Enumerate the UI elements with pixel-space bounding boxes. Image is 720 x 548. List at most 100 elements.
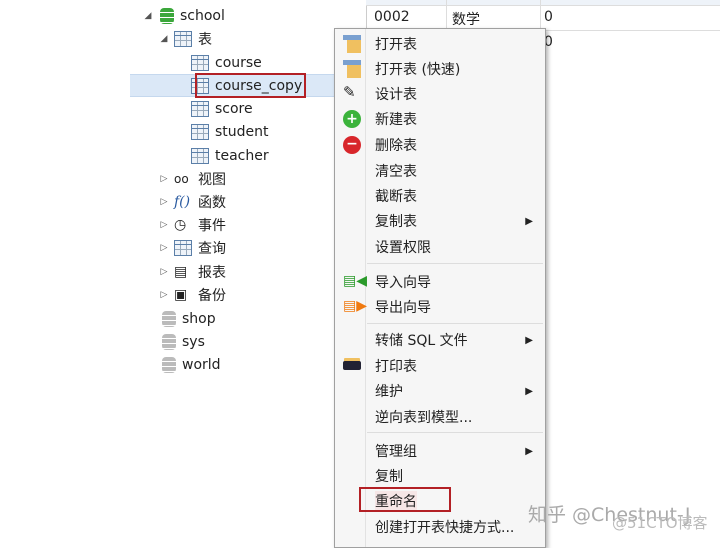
glasses-icon: oo [174, 171, 189, 186]
menu-label: 管理组 [375, 444, 417, 460]
menu-item-truncate-table[interactable]: 截断表 [335, 184, 545, 208]
highlight-box-course-copy [195, 73, 306, 98]
menu-item-copy[interactable]: 复制 [335, 464, 545, 488]
menu-item-export-wizard[interactable]: ▤▶ 导出向导 [335, 295, 545, 319]
tree-folder-tables[interactable]: ◢ 表 [158, 27, 212, 50]
menu-item-new-table[interactable]: + 新建表 [335, 107, 545, 131]
tree-db-school[interactable]: ◢ school [142, 4, 225, 27]
menu-label: 打开表 (快速) [375, 62, 461, 78]
table-icon [191, 100, 209, 117]
table-label: student [215, 123, 269, 140]
submenu-arrow-icon: ▶ [525, 215, 533, 227]
table-icon [191, 123, 209, 140]
function-icon: f() [174, 193, 191, 210]
menu-item-maintain[interactable]: 维护 ▶ [335, 379, 545, 403]
tree-folder-views[interactable]: ▷ oo 视图 [158, 167, 226, 190]
tree-table-score[interactable]: score [191, 97, 253, 120]
grid-cell[interactable]: 0 [544, 9, 553, 25]
menu-label: 复制表 [375, 214, 417, 230]
menu-item-duplicate-table[interactable]: 复制表 ▶ [335, 209, 545, 233]
import-icon: ▤◀ [343, 273, 367, 289]
expand-arrow-icon[interactable]: ◢ [158, 34, 170, 44]
menu-label: 设计表 [375, 87, 417, 103]
pencil-icon: ✎ [343, 83, 356, 101]
database-icon [162, 356, 176, 373]
menu-label: 逆向表到模型... [375, 410, 473, 426]
menu-label: 打开表 [375, 37, 417, 53]
tree-db-shop[interactable]: shop [162, 307, 216, 330]
menu-item-open-table-fast[interactable]: 打开表 (快速) [335, 57, 545, 81]
tree-folder-functions[interactable]: ▷ f() 函数 [158, 190, 226, 213]
menu-separator [367, 323, 543, 324]
menu-separator [367, 432, 543, 433]
tree-folder-events[interactable]: ▷ ◷ 事件 [158, 213, 226, 236]
open-folder-icon [343, 35, 361, 53]
highlight-box-rename [359, 487, 451, 512]
menu-label: 导入向导 [375, 275, 431, 291]
folder-label: 表 [198, 31, 212, 48]
db-label: world [182, 356, 221, 373]
menu-label: 转储 SQL 文件 [375, 333, 468, 349]
folder-label: 事件 [198, 217, 226, 234]
submenu-arrow-icon: ▶ [525, 445, 533, 457]
tree-table-course[interactable]: course [191, 51, 262, 74]
menu-label: 清空表 [375, 164, 417, 180]
menu-item-manage-group[interactable]: 管理组 ▶ [335, 439, 545, 463]
collapse-arrow-icon[interactable]: ▷ [158, 220, 170, 230]
tree-folder-queries[interactable]: ▷ 查询 [158, 236, 226, 259]
menu-item-print-table[interactable]: 打印表 [335, 354, 545, 378]
folder-label: 视图 [198, 171, 226, 188]
open-folder-icon [343, 60, 361, 78]
collapse-arrow-icon[interactable]: ▷ [158, 243, 170, 253]
tree-db-sys[interactable]: sys [162, 330, 205, 353]
table-icon [191, 147, 209, 164]
menu-item-import-wizard[interactable]: ▤◀ 导入向导 [335, 270, 545, 294]
menu-item-design-table[interactable]: ✎ 设计表 [335, 82, 545, 106]
table-folder-icon [174, 30, 192, 47]
menu-item-create-shortcut[interactable]: 创建打开表快捷方式... [335, 515, 545, 539]
report-icon: ▤ [174, 263, 188, 280]
menu-item-permissions[interactable]: 设置权限 [335, 235, 545, 259]
db-label: school [180, 7, 225, 24]
table-label: score [215, 100, 253, 117]
menu-item-open-table[interactable]: 打开表 [335, 32, 545, 56]
collapse-arrow-icon[interactable]: ▷ [158, 290, 170, 300]
tree-folder-reports[interactable]: ▷ ▤ 报表 [158, 260, 226, 283]
tree-folder-backups[interactable]: ▷ ▣ 备份 [158, 283, 226, 306]
grid-cell[interactable]: 数学 [452, 9, 480, 29]
query-icon [174, 239, 192, 256]
tree-table-student[interactable]: student [191, 120, 269, 143]
collapse-arrow-icon[interactable]: ▷ [158, 174, 170, 184]
menu-item-delete-table[interactable]: − 删除表 [335, 133, 545, 157]
menu-label: 设置权限 [375, 240, 431, 256]
table-icon [191, 54, 209, 71]
folder-label: 备份 [198, 287, 226, 304]
table-label: course [215, 54, 262, 71]
menu-item-dump-sql[interactable]: 转储 SQL 文件 ▶ [335, 328, 545, 352]
collapse-arrow-icon[interactable]: ▷ [158, 197, 170, 207]
menu-label: 创建打开表快捷方式... [375, 520, 515, 536]
db-label: sys [182, 333, 205, 350]
database-icon [162, 333, 176, 350]
remove-icon: − [343, 136, 361, 154]
add-icon: + [343, 110, 361, 128]
menu-label: 截断表 [375, 189, 417, 205]
tree-table-teacher[interactable]: teacher [191, 144, 269, 167]
database-icon [162, 310, 176, 327]
db-label: shop [182, 310, 216, 327]
printer-icon [343, 361, 361, 370]
grid-cell[interactable]: 0002 [374, 9, 410, 25]
collapse-arrow-icon[interactable]: ▷ [158, 267, 170, 277]
tree-db-world[interactable]: world [162, 353, 221, 376]
menu-separator [367, 263, 543, 264]
submenu-arrow-icon: ▶ [525, 385, 533, 397]
folder-label: 报表 [198, 264, 226, 281]
menu-label: 维护 [375, 384, 403, 400]
menu-item-empty-table[interactable]: 清空表 [335, 159, 545, 183]
database-icon [160, 7, 174, 24]
expand-arrow-icon[interactable]: ◢ [142, 11, 154, 21]
backup-icon: ▣ [174, 286, 188, 303]
watermark-51cto: @51CTO博客 [612, 514, 708, 532]
menu-item-reverse-to-model[interactable]: 逆向表到模型... [335, 405, 545, 429]
table-label: teacher [215, 147, 269, 164]
